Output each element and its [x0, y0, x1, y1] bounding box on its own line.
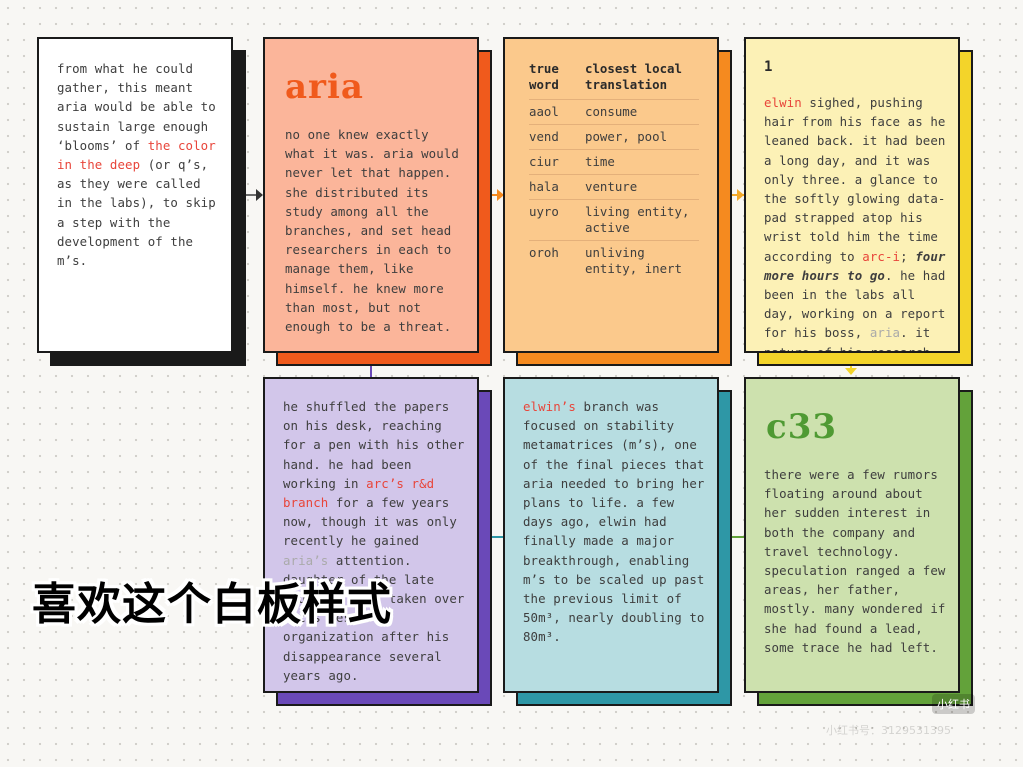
- table-row: ciur time: [529, 149, 699, 175]
- row-word: uyro: [529, 199, 585, 241]
- card-4-elwin: elwin: [764, 95, 802, 110]
- arrow-head-3-4: [737, 189, 744, 201]
- row-word: oroh: [529, 240, 585, 281]
- arrow-head-4-7: [845, 368, 857, 375]
- row-word: hala: [529, 174, 585, 200]
- watermark-logo: 小红书: [932, 694, 975, 714]
- table-row: hala venture: [529, 174, 699, 200]
- row-translation: unliving entity, inert: [585, 240, 699, 281]
- card-1-text: from what he could gather, this meant ar…: [57, 59, 223, 270]
- row-translation: power, pool: [585, 124, 699, 150]
- card-1[interactable]: from what he could gather, this meant ar…: [37, 37, 233, 353]
- connector-2-5: [370, 364, 372, 378]
- card-4-text-2: ;: [900, 248, 916, 264]
- card-7[interactable]: c33 there were a few rumors floating aro…: [744, 377, 960, 693]
- row-word: ciur: [529, 149, 585, 175]
- row-translation: consume: [585, 99, 699, 125]
- card-6-text-1: branch was focused on stability metamatr…: [523, 399, 705, 645]
- overlay-caption: 喜欢这个白板样式: [32, 579, 392, 630]
- card-5[interactable]: he shuffled the papers on his desk, reac…: [263, 377, 479, 693]
- table-header-translation: closest local translation: [585, 61, 682, 92]
- row-translation: living entity, active: [585, 199, 699, 241]
- card-2[interactable]: aria no one knew exactly what it was. ar…: [263, 37, 479, 353]
- table-row: oroh unliving entity, inert: [529, 240, 699, 281]
- row-word: vend: [529, 124, 585, 150]
- card-4-body: elwin sighed, pushing hair from his face…: [764, 93, 948, 351]
- card-4-aria: aria: [869, 325, 901, 341]
- table-row: uyro living entity, active: [529, 199, 699, 241]
- card-4-number: 1: [764, 59, 773, 75]
- card-2-body: no one knew exactly what it was. aria wo…: [285, 127, 459, 335]
- card-5-aria: aria’s: [283, 552, 329, 568]
- table-header-word: true word: [529, 61, 559, 92]
- table-row: aaol consume: [529, 99, 699, 125]
- card-4[interactable]: 1 elwin sighed, pushing hair from his fa…: [744, 37, 960, 353]
- translation-table: true word closest local translation aaol…: [529, 61, 699, 281]
- card-6[interactable]: elwin’s branch was focused on stability …: [503, 377, 719, 693]
- card-4-arc: arc-i: [862, 248, 901, 264]
- card-4-text-1: sighed, pushing hair from his face as he…: [764, 95, 946, 264]
- card-7-title: c33: [766, 407, 838, 447]
- table-row: vend power, pool: [529, 124, 699, 150]
- card-7-body: there were a few rumors floating around …: [764, 467, 946, 655]
- card-2-title: aria: [285, 67, 364, 107]
- card-6-body: elwin’s branch was focused on stability …: [523, 397, 707, 647]
- arrow-head-1-2: [256, 189, 263, 201]
- card-1-text-b: (or q’s, as they were called in the labs…: [57, 157, 216, 269]
- card-3[interactable]: true word closest local translation aaol…: [503, 37, 719, 353]
- card-6-highlight: elwin’s: [523, 399, 576, 414]
- connector-6-7: [732, 536, 744, 538]
- row-translation: venture: [585, 174, 699, 200]
- watermark-id: 小红书号：3129531395: [826, 724, 951, 737]
- row-translation: time: [585, 149, 699, 175]
- card-5-body: he shuffled the papers on his desk, reac…: [283, 397, 467, 685]
- row-word: aaol: [529, 99, 585, 125]
